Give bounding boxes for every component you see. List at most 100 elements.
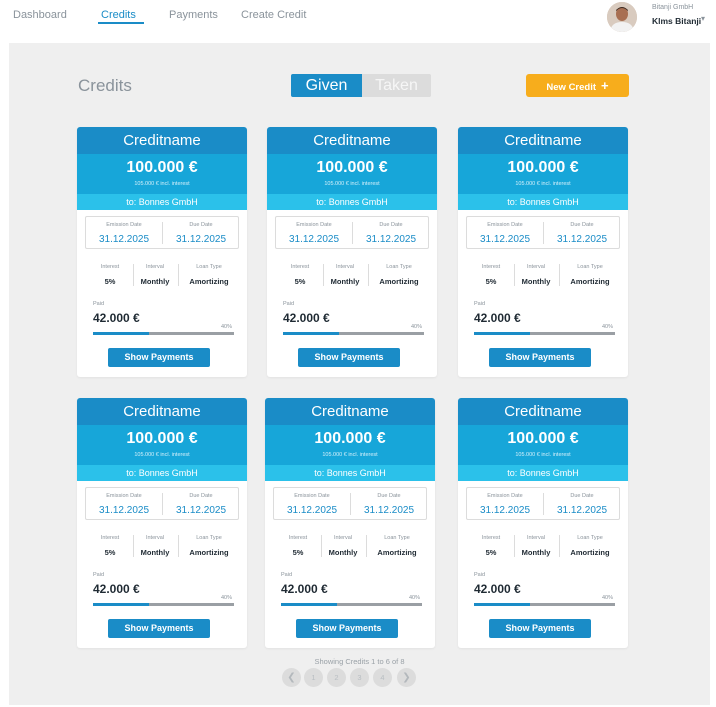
nav-link-dashboard[interactable]: Dashboard [13,9,67,21]
emission-date-label: Emission Date [296,222,332,228]
loan-type-label: Loan Type [577,535,603,541]
credit-amount: 100.000 € [126,159,198,176]
interval-label: Interval [145,535,165,541]
interval-value: Monthly [521,548,551,557]
nav-link-create-credit[interactable]: Create Credit [241,9,306,21]
dates-box: Emission Date 31.12.2025 Due Date 31.12.202… [273,487,427,520]
paid-progress-fill [93,332,150,335]
paid-value: 42.000 € [474,582,521,596]
nav-link-payments[interactable]: Payments [169,9,218,21]
toggle-given[interactable]: Given [291,74,362,97]
emission-date-label: Emission Date [487,222,523,228]
paid-percent: 40% [601,324,613,330]
chevron-left-icon[interactable]: ❮ [282,668,301,687]
chevron-right-icon[interactable]: ❯ [397,668,416,687]
page-button-2[interactable]: 2 [327,668,346,687]
user-name[interactable]: Klms Bitanji [652,16,701,26]
credit-amount: 100.000 € [316,159,388,176]
amount-band: 100.000 € 105.000 € incl. interest [267,154,437,194]
paid-percent: 40% [408,595,420,601]
new-credit-label: New Credit [546,82,597,93]
chevron-down-icon[interactable]: ▾ [701,14,705,23]
paid-progress-fill [474,332,531,335]
amount-band: 100.000 € 105.000 € incl. interest [458,154,628,194]
paid-percent: 40% [220,324,232,330]
emission-date-label: Emission Date [106,493,142,499]
credit-card: Creditname 100.000 € 105.000 € incl. inter… [77,127,247,377]
interest-value: 5% [292,548,304,557]
loan-type-label: Loan Type [577,264,603,270]
loan-type-value: Amortizing [377,548,417,557]
show-payments-button[interactable]: Show Payments [108,619,210,638]
interval-value: Monthly [328,548,358,557]
user-company: Bitanji GmbH [652,4,694,11]
credit-card: Creditname 100.000 € 105.000 € incl. inter… [458,398,628,648]
dates-box: Emission Date 31.12.2025 Due Date 31.12.202… [466,216,620,249]
loan-type-value: Amortizing [570,548,610,557]
credit-incl-interest: 105.000 € incl. interest [134,452,190,458]
credit-card: Creditname 100.000 € 105.000 € incl. inter… [267,127,437,377]
page-button-3[interactable]: 3 [350,668,369,687]
paid-progress-bar [474,603,615,606]
paid-label: Paid [93,301,105,307]
page-button-1[interactable]: 1 [304,668,323,687]
loan-type-label: Loan Type [196,535,222,541]
credit-amount: 100.000 € [507,430,579,447]
amount-band: 100.000 € 105.000 € incl. interest [458,425,628,465]
interval-value: Monthly [140,277,170,286]
interest-label: Interest [288,535,308,541]
due-date-label: Due Date [570,222,594,228]
meta-divider [559,264,560,286]
show-payments-button[interactable]: Show Payments [108,348,210,367]
interval-label: Interval [526,535,546,541]
due-date-label: Due Date [189,222,213,228]
credit-incl-interest: 105.000 € incl. interest [322,452,378,458]
interest-value: 5% [485,548,497,557]
page-button-4[interactable]: 4 [373,668,392,687]
due-date-value: 31.12.2025 [556,234,608,245]
paid-label: Paid [93,572,105,578]
due-date-value: 31.12.2025 [556,505,608,516]
emission-date-label: Emission Date [487,493,523,499]
meta-divider [178,535,179,557]
avatar-image [607,2,637,32]
toggle-taken[interactable]: Taken [362,74,431,97]
paid-percent: 40% [601,595,613,601]
emission-date-label: Emission Date [294,493,330,499]
credit-incl-interest: 105.000 € incl. interest [134,181,190,187]
pagination-summary: Showing Credits 1 to 6 of 8 [314,657,405,666]
credit-name: Creditname [265,398,435,425]
due-date-label: Due Date [189,493,213,499]
paid-progress-fill [93,603,150,606]
emission-date-value: 31.12.2025 [98,234,150,245]
amount-band: 100.000 € 105.000 € incl. interest [265,425,435,465]
show-payments-button[interactable]: Show Payments [296,619,398,638]
nav-link-credits[interactable]: Credits [101,9,136,21]
due-date-value: 31.12.2025 [175,234,227,245]
credit-name: Creditname [458,398,628,425]
show-payments-button[interactable]: Show Payments [489,619,591,638]
interest-label: Interest [100,535,120,541]
paid-progress-bar [93,603,234,606]
paid-progress-fill [474,603,531,606]
given-taken-toggle: Given Taken [291,74,431,97]
interest-label: Interest [290,264,310,270]
interval-label: Interval [526,264,546,270]
credit-name: Creditname [267,127,437,154]
loan-type-value: Amortizing [570,277,610,286]
paid-value: 42.000 € [93,582,140,596]
new-credit-button[interactable]: New Credit + [526,74,629,97]
paid-value: 42.000 € [283,311,330,325]
paid-progress-bar [474,332,615,335]
user-avatar[interactable] [607,2,637,32]
dates-box: Emission Date 31.12.2025 Due Date 31.12.202… [85,216,239,249]
loan-type-value: Amortizing [189,548,229,557]
show-payments-button[interactable]: Show Payments [489,348,591,367]
interest-value: 5% [104,277,116,286]
emission-date-value: 31.12.2025 [288,234,340,245]
paid-percent: 40% [410,324,422,330]
credit-recipient: to: Bonnes GmbH [77,465,247,481]
show-payments-button[interactable]: Show Payments [298,348,400,367]
active-nav-indicator [98,22,144,24]
credit-incl-interest: 105.000 € incl. interest [515,181,571,187]
